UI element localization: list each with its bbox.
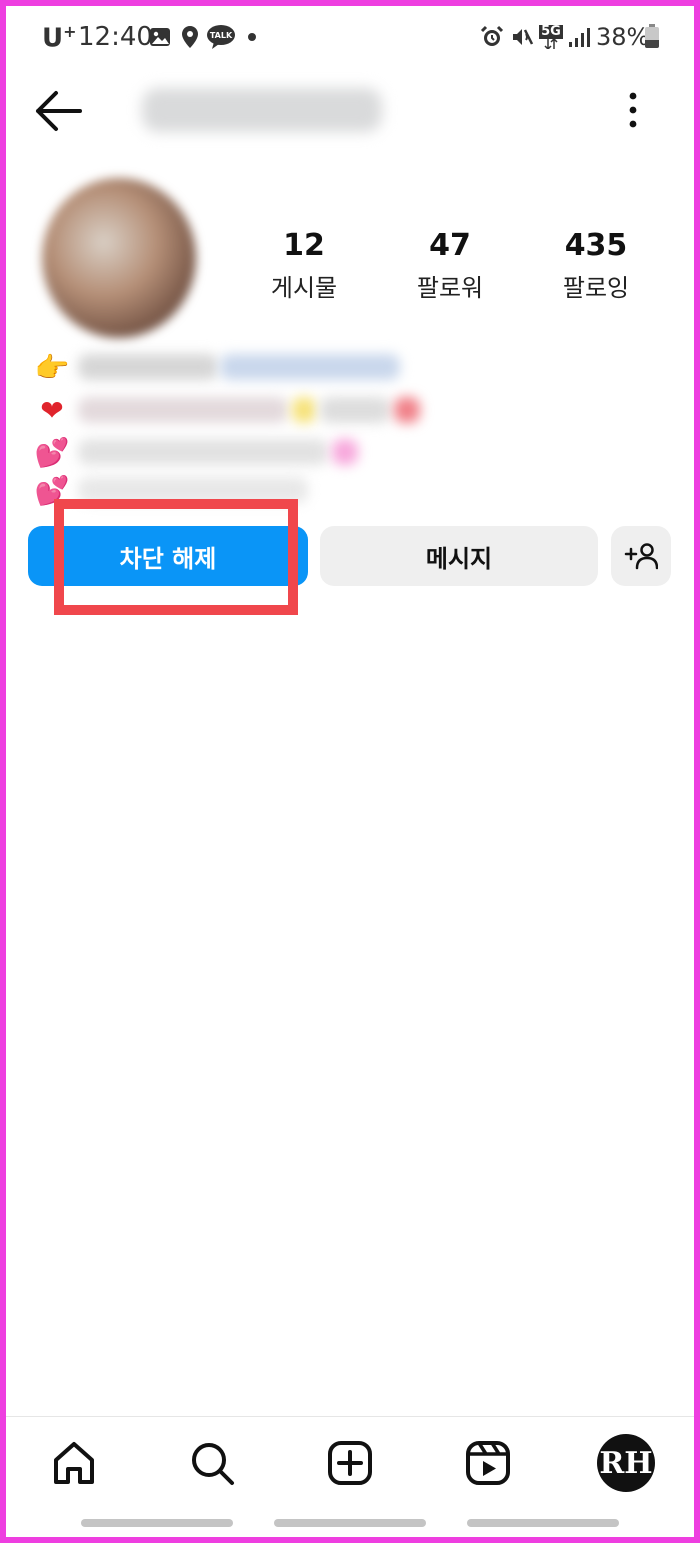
nav-create[interactable] bbox=[325, 1438, 375, 1488]
add-person-icon bbox=[624, 543, 658, 570]
gallery-icon bbox=[148, 24, 172, 50]
kakaotalk-icon: TALK bbox=[206, 24, 236, 50]
create-icon bbox=[328, 1441, 372, 1485]
dot-icon bbox=[246, 24, 258, 50]
gesture-bar[interactable] bbox=[81, 1519, 233, 1527]
highlight-box bbox=[54, 499, 298, 615]
bio-text-blurred bbox=[320, 397, 390, 423]
5g-icon: 5G bbox=[538, 24, 564, 50]
bio-line: 💕 bbox=[34, 434, 358, 470]
nav-home[interactable] bbox=[49, 1438, 99, 1488]
status-time: 12:40 bbox=[78, 22, 153, 52]
pointing-hand-emoji: 👉 bbox=[34, 350, 70, 384]
bio-link-blurred[interactable] bbox=[220, 354, 400, 380]
bio-emoji-blurred bbox=[394, 397, 420, 423]
posts-value: 12 bbox=[283, 228, 325, 263]
signal-icon bbox=[568, 24, 590, 50]
nav-divider bbox=[6, 1416, 694, 1417]
more-options-button[interactable] bbox=[620, 88, 646, 134]
nav-reels[interactable] bbox=[463, 1438, 513, 1488]
gesture-bar[interactable] bbox=[274, 1519, 426, 1527]
gesture-bar[interactable] bbox=[467, 1519, 619, 1527]
mute-icon bbox=[510, 24, 534, 50]
bio-text-blurred bbox=[78, 354, 218, 380]
nav-search[interactable] bbox=[187, 1438, 237, 1488]
arrow-left-icon bbox=[36, 91, 82, 131]
home-icon bbox=[54, 1442, 94, 1484]
profile-avatar[interactable] bbox=[42, 178, 196, 338]
bio-emoji-blurred bbox=[292, 397, 316, 423]
following-label: 팔로잉 bbox=[562, 274, 630, 302]
followers-label: 팔로워 bbox=[416, 274, 484, 302]
back-button[interactable] bbox=[34, 88, 84, 134]
bio-emoji-blurred bbox=[332, 439, 358, 465]
alarm-icon bbox=[480, 24, 504, 50]
battery-icon bbox=[645, 24, 659, 48]
posts-label: 게시물 bbox=[270, 274, 338, 302]
bio-text-blurred bbox=[78, 397, 288, 423]
following-value: 435 bbox=[564, 228, 628, 263]
bio-line: ❤ bbox=[34, 392, 420, 428]
two-hearts-emoji: 💕 bbox=[34, 435, 70, 469]
bio-line: 👉 bbox=[34, 349, 400, 385]
heart-emoji: ❤ bbox=[40, 393, 64, 427]
battery-level: 38% bbox=[596, 23, 650, 51]
followers-value: 47 bbox=[429, 228, 471, 263]
message-button[interactable]: 메시지 bbox=[320, 526, 598, 586]
profile-username bbox=[142, 88, 382, 132]
followers-count[interactable]: 47 팔로워 bbox=[375, 228, 525, 303]
nav-profile-avatar[interactable]: RH bbox=[597, 1434, 655, 1492]
status-bar: U+ 12:40 TALK 5G 38% bbox=[0, 0, 700, 74]
location-icon bbox=[180, 24, 200, 50]
following-count[interactable]: 435 팔로잉 bbox=[521, 228, 671, 303]
posts-count[interactable]: 12 게시물 bbox=[229, 228, 379, 303]
add-user-button[interactable] bbox=[611, 526, 671, 586]
kakaotalk-label: TALK bbox=[210, 31, 233, 40]
reels-icon bbox=[466, 1441, 510, 1485]
more-vertical-icon bbox=[629, 92, 637, 128]
bio-text-blurred bbox=[78, 439, 328, 465]
search-icon bbox=[192, 1443, 234, 1485]
carrier-label: U+ bbox=[42, 22, 77, 54]
